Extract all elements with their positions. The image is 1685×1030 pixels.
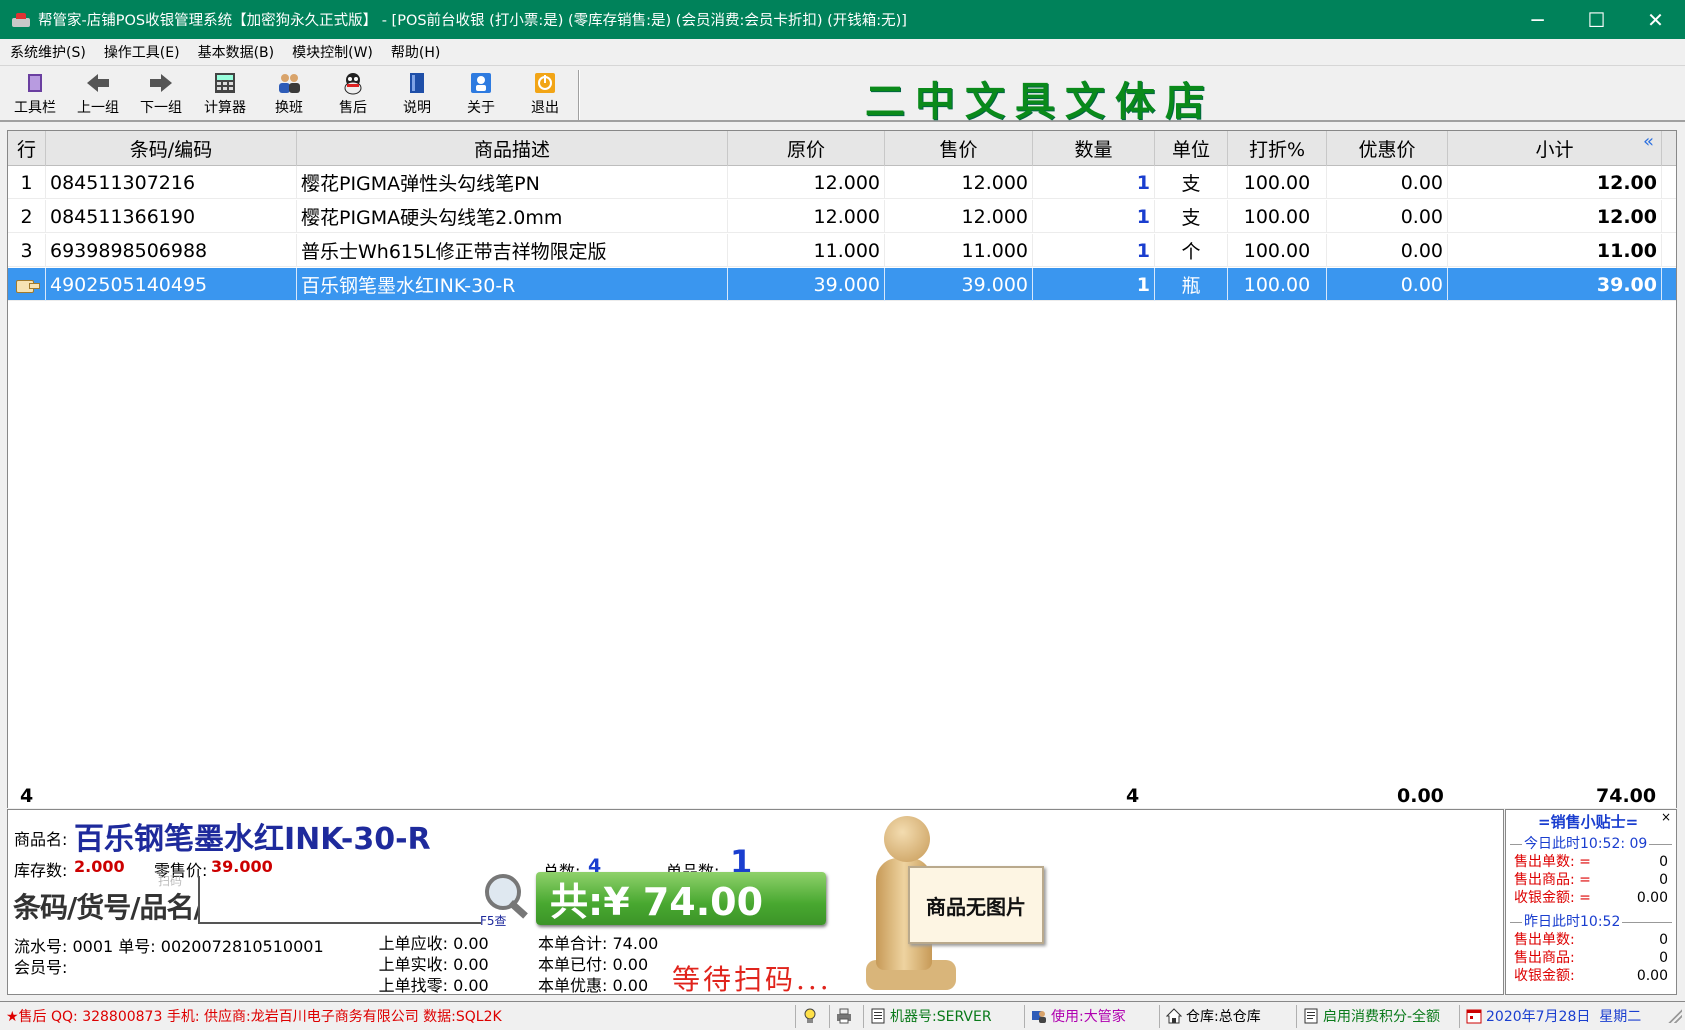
- menu-module-control[interactable]: 模块控制(W): [292, 42, 373, 62]
- printer-icon: [836, 1008, 852, 1024]
- calculator-icon: [212, 71, 238, 95]
- table-row-selected[interactable]: 4902505140495 百乐钢笔墨水红INK-30-R 39.000 39.…: [8, 268, 1676, 301]
- calendar-icon: [1466, 1008, 1482, 1024]
- retail-price-value: 39.000: [211, 857, 273, 876]
- table-row[interactable]: 1 084511307216 樱花PIGMA弹性头勾线笔PN 12.000 12…: [8, 166, 1676, 199]
- col-header-unit[interactable]: 单位: [1155, 131, 1228, 166]
- title-bar: 帮管家-店铺POS收银管理系统【加密狗永久正式版】 - [POS前台收银 (打小…: [0, 0, 1685, 39]
- status-tip[interactable]: [796, 1004, 830, 1028]
- status-machine: 机器号:SERVER: [864, 1004, 1025, 1028]
- about-button[interactable]: 关于: [451, 71, 511, 121]
- close-button[interactable]: ✕: [1626, 0, 1685, 39]
- col-header-subtotal[interactable]: 小计: [1448, 131, 1662, 166]
- waiting-scan-text: 等待扫码...: [672, 963, 832, 996]
- status-printer[interactable]: [830, 1004, 864, 1028]
- product-name-label: 商品名:: [14, 830, 68, 849]
- calculator-button[interactable]: 计算器: [195, 71, 255, 121]
- toolbar: 工具栏 上一组 下一组 计算器 换班 售后 说明 关于 退出: [0, 67, 1685, 122]
- status-user: 使用:大管家: [1025, 1004, 1160, 1028]
- exit-button[interactable]: 退出: [515, 71, 575, 121]
- product-image-placeholder: 商品无图片: [846, 810, 1046, 994]
- col-header-orig-price[interactable]: 原价: [728, 131, 885, 166]
- stock-label: 库存数:: [14, 861, 68, 880]
- col-header-discount[interactable]: 打折%: [1228, 131, 1327, 166]
- footer-promo-total: 0.00: [1397, 785, 1444, 807]
- footer-subtotal-total: 74.00: [1596, 785, 1657, 807]
- pointer-hand-icon: [15, 278, 40, 293]
- col-header-qty[interactable]: 数量: [1033, 131, 1155, 166]
- home-icon: [1165, 1008, 1183, 1024]
- col-header-price[interactable]: 售价: [885, 131, 1033, 166]
- toolbar-separator: [578, 70, 580, 120]
- toolbar-toggle-button[interactable]: 工具栏: [5, 71, 65, 121]
- window-title: 帮管家-店铺POS收银管理系统【加密狗永久正式版】 - [POS前台收银 (打小…: [38, 13, 907, 29]
- aftersale-icon: [340, 71, 366, 95]
- book-icon: [404, 71, 430, 95]
- search-icon[interactable]: [483, 872, 535, 914]
- sales-tips-panel: =销售小贴士= × 今日此时10:52: 09 售出单数: = 0 售出商品: =…: [1505, 809, 1677, 995]
- checkout-panel: 商品名: 百乐钢笔墨水红INK-30-R 库存数: 2.000 零售价: 39.…: [7, 809, 1504, 996]
- stock-value: 2.000: [74, 857, 125, 876]
- about-icon: [468, 71, 494, 95]
- scan-hint: 扫码: [158, 874, 183, 888]
- col-header-row[interactable]: 行: [8, 131, 46, 166]
- notepad-icon: [870, 1008, 886, 1024]
- status-points: 启用消费积分-全额: [1297, 1004, 1460, 1028]
- status-warehouse: 仓库:总仓库: [1160, 1004, 1297, 1028]
- shift-change-icon: [276, 71, 302, 95]
- document-icon: [1303, 1008, 1319, 1024]
- user-icon: [1031, 1008, 1047, 1024]
- f5-search-label[interactable]: F5查: [480, 912, 507, 929]
- current-order-summary: 本单合计: 74.00 本单已付: 0.00 本单优惠: 0.00: [538, 934, 659, 995]
- no-image-card: 商品无图片: [908, 866, 1044, 944]
- col-header-desc[interactable]: 商品描述: [297, 131, 728, 166]
- footer-row-count: 4: [20, 785, 34, 807]
- help-doc-button[interactable]: 说明: [387, 71, 447, 121]
- status-support: ★售后 QQ: 328800873 手机: 供应商:龙岩百川电子商务有限公司 数…: [0, 1004, 796, 1028]
- menu-basic-data[interactable]: 基本数据(B): [198, 42, 275, 62]
- member-label: 会员号:: [14, 958, 68, 977]
- menu-bar: 系统维护(S) 操作工具(E) 基本数据(B) 模块控制(W) 帮助(H): [0, 39, 1685, 66]
- sales-grid[interactable]: 行 条码/编码 商品描述 原价 售价 数量 单位 打折% 优惠价 小计 « 1 …: [7, 130, 1677, 808]
- grid-header: 行 条码/编码 商品描述 原价 售价 数量 单位 打折% 优惠价 小计 «: [8, 131, 1676, 166]
- product-name: 百乐钢笔墨水红INK-30-R: [74, 822, 431, 857]
- aftersale-button[interactable]: 售后: [323, 71, 383, 121]
- tips-title: =销售小贴士=: [1538, 813, 1639, 831]
- resize-grip-icon[interactable]: [1668, 1009, 1682, 1023]
- next-group-button[interactable]: 下一组: [131, 71, 191, 121]
- shift-change-button[interactable]: 换班: [259, 71, 319, 121]
- collapse-icon[interactable]: «: [1643, 131, 1654, 152]
- shop-name: 二中文具文体店: [865, 78, 1215, 125]
- menu-system[interactable]: 系统维护(S): [10, 42, 86, 62]
- minimize-button[interactable]: ─: [1508, 0, 1567, 39]
- today-stats: 今日此时10:52: 09 售出单数: = 0 售出商品: = 0 收银金额: = 0…: [1510, 835, 1672, 907]
- table-row[interactable]: 3 6939898506988 普乐士Wh615L修正带吉祥物限定版 11.00…: [8, 234, 1676, 267]
- barcode-input[interactable]: [198, 876, 481, 924]
- yesterday-stats: 昨日此时10:52 售出单数: 0 售出商品: 0 收银金额: 0.00: [1510, 913, 1672, 985]
- maximize-button[interactable]: ☐: [1567, 0, 1626, 39]
- prev-group-button[interactable]: 上一组: [68, 71, 128, 121]
- exit-icon: [532, 71, 558, 95]
- col-header-code[interactable]: 条码/编码: [46, 131, 297, 166]
- table-row[interactable]: 2 084511366190 樱花PIGMA硬头勾线笔2.0mm 12.000 …: [8, 200, 1676, 233]
- app-icon: [12, 12, 30, 28]
- arrow-right-icon: [148, 71, 174, 95]
- footer-qty-total: 4: [1126, 785, 1140, 807]
- col-header-promo[interactable]: 优惠价: [1327, 131, 1448, 166]
- lightbulb-icon: [802, 1008, 818, 1024]
- arrow-left-icon: [85, 71, 111, 95]
- status-date: 2020年7月28日 星期二: [1460, 1005, 1656, 1028]
- toolbar-icon: [22, 71, 48, 95]
- previous-order-summary: 上单应收: 0.00 上单实收: 0.00 上单找零: 0.00: [378, 934, 489, 995]
- close-icon[interactable]: ×: [1661, 810, 1671, 824]
- status-bar: ★售后 QQ: 328800873 手机: 供应商:龙岩百川电子商务有限公司 数…: [0, 1001, 1685, 1030]
- grid-footer: 4 4 0.00 74.00: [8, 781, 1676, 808]
- menu-tools[interactable]: 操作工具(E): [104, 42, 180, 62]
- grand-total: 共:¥ 74.00: [536, 872, 826, 925]
- menu-help[interactable]: 帮助(H): [391, 42, 440, 62]
